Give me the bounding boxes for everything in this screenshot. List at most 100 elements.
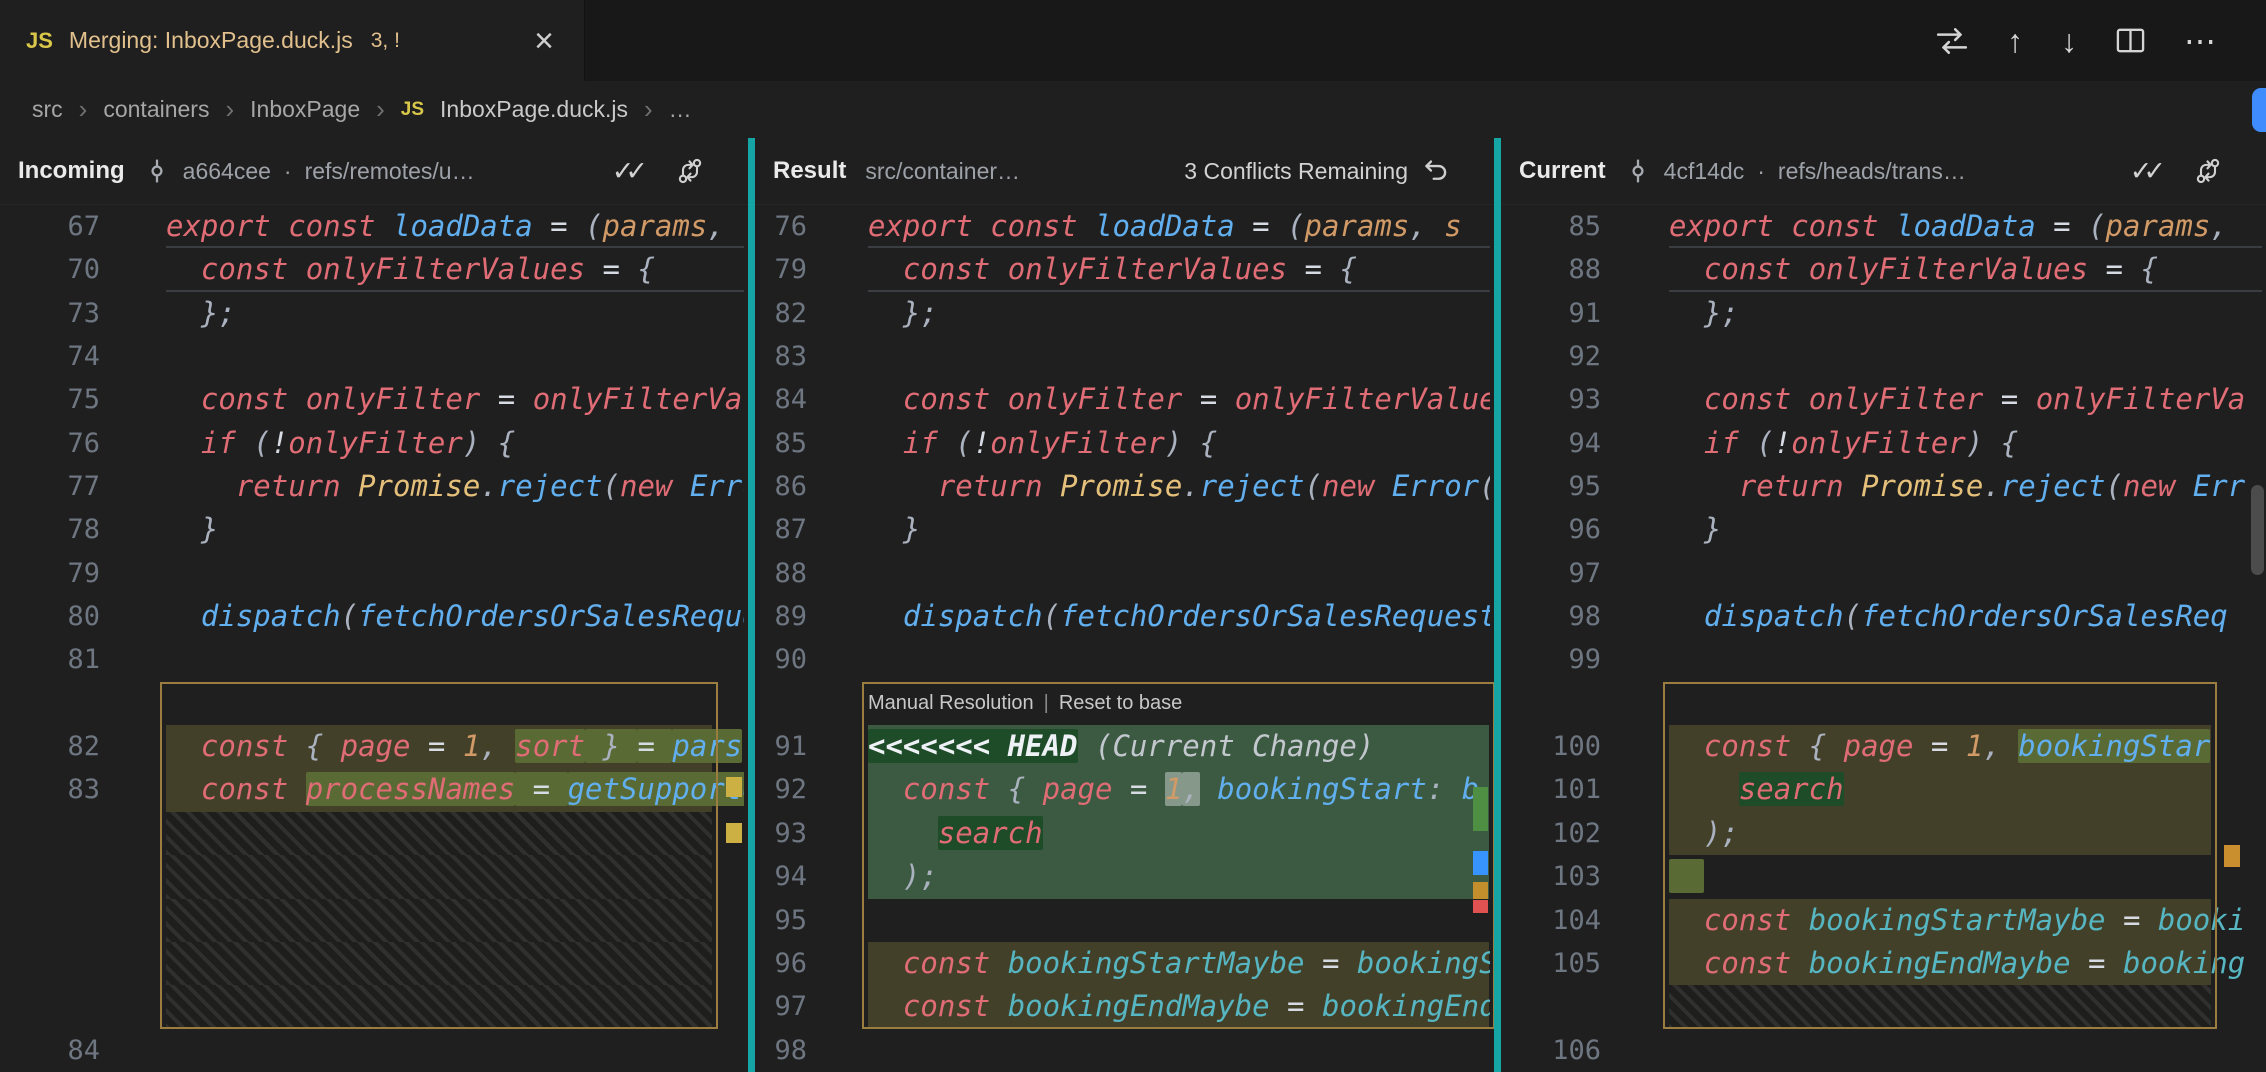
- code-token: =: [2106, 903, 2158, 937]
- code-line[interactable]: 93 search: [755, 812, 1494, 855]
- git-compare-icon[interactable]: [676, 157, 704, 185]
- previous-conflict-icon[interactable]: ↑: [2007, 25, 2023, 57]
- code-line[interactable]: 97: [1501, 552, 2266, 595]
- code-line[interactable]: 88 const onlyFilterValues = {: [1501, 248, 2266, 291]
- code-line[interactable]: 98: [755, 1029, 1494, 1072]
- scrollbar-thumb[interactable]: [2251, 485, 2264, 575]
- code-token: {: [1339, 252, 1356, 286]
- code-line[interactable]: 91<<<<<<< HEAD (Current Change): [755, 725, 1494, 768]
- code-line[interactable]: 102 );: [1501, 812, 2266, 855]
- code-line[interactable]: 100 const { page = 1, bookingStar: [1501, 725, 2266, 768]
- result-editor[interactable]: 76export const loadData = (params, s79 c…: [755, 205, 1494, 1072]
- current-editor[interactable]: 85export const loadData = (params,88 con…: [1501, 205, 2266, 1072]
- code-line[interactable]: 96 const bookingStartMaybe = bookingS: [755, 942, 1494, 985]
- code-line[interactable]: 87 }: [755, 508, 1494, 551]
- code-token: (: [2088, 209, 2105, 243]
- next-conflict-icon[interactable]: ↓: [2061, 25, 2077, 57]
- code-line[interactable]: 92: [1501, 335, 2266, 378]
- undo-icon[interactable]: [1421, 157, 1450, 186]
- code-line[interactable]: 105 const bookingEndMaybe = booking: [1501, 942, 2266, 985]
- code-line[interactable]: 74: [0, 335, 748, 378]
- code-token: );: [1704, 816, 1739, 850]
- code-token: .: [1983, 469, 2000, 503]
- code-token: =: [1270, 989, 1322, 1023]
- code-line[interactable]: 82 };: [755, 292, 1494, 335]
- code-line[interactable]: 92 const { page = 1, bookingStart: b: [755, 768, 1494, 811]
- code-line[interactable]: 83 const processNames = getSupporte: [0, 768, 748, 811]
- breadcrumb-file[interactable]: InboxPage.duck.js: [440, 96, 628, 123]
- code-line[interactable]: 79 const onlyFilterValues = {: [755, 248, 1494, 291]
- code-line[interactable]: 85export const loadData = (params,: [1501, 205, 2266, 248]
- code-line[interactable]: 78 }: [0, 508, 748, 551]
- hatched-filler-line: [0, 812, 748, 855]
- line-number: 86: [755, 465, 807, 508]
- code-line[interactable]: 83: [755, 335, 1494, 378]
- line-number: 95: [1501, 465, 1601, 508]
- code-line[interactable]: 79: [0, 552, 748, 595]
- code-token: [868, 772, 903, 806]
- code-line[interactable]: 104 const bookingStartMaybe = booki: [1501, 899, 2266, 942]
- incoming-editor[interactable]: 67export const loadData = (params,70 con…: [0, 205, 748, 1072]
- code-token: (: [1043, 599, 1060, 633]
- code-token: [868, 469, 938, 503]
- line-number: 97: [1501, 552, 1601, 595]
- split-editor-icon[interactable]: [2115, 25, 2146, 56]
- breadcrumb-symbol-ellipsis[interactable]: …: [669, 96, 692, 123]
- code-line[interactable]: 84 const onlyFilter = onlyFilterValue: [755, 378, 1494, 421]
- git-compare-icon[interactable]: [2194, 157, 2222, 185]
- close-tab-icon[interactable]: ×: [530, 24, 558, 58]
- code-line[interactable]: 86 return Promise.reject(new Error(: [755, 465, 1494, 508]
- code-line[interactable]: 82 const { page = 1, sort } = pars: [0, 725, 748, 768]
- code-line[interactable]: 67export const loadData = (params,: [0, 205, 748, 248]
- code-line[interactable]: 77 return Promise.reject(new Erro: [0, 465, 748, 508]
- pane-sash[interactable]: [748, 138, 755, 1072]
- code-line[interactable]: 84: [0, 1029, 748, 1072]
- accept-all-current-icon[interactable]: ✓✓: [2130, 156, 2166, 187]
- line-number: 96: [755, 942, 807, 985]
- code-line[interactable]: 75 const onlyFilter = onlyFilterVal: [0, 378, 748, 421]
- code-line[interactable]: 98 dispatch(fetchOrdersOrSalesReq: [1501, 595, 2266, 638]
- result-pane: Result src/container… 3 Conflicts Remain…: [755, 138, 1494, 1072]
- tab-merging-inboxpage[interactable]: JS Merging: InboxPage.duck.js 3, ! ×: [0, 0, 585, 81]
- manual-resolution-link[interactable]: Manual Resolution: [868, 682, 1034, 725]
- code-line[interactable]: 94 if (!onlyFilter) {: [1501, 422, 2266, 465]
- open-changes-icon[interactable]: [1935, 24, 1969, 58]
- code-line[interactable]: 73 };: [0, 292, 748, 335]
- code-line[interactable]: 95: [755, 899, 1494, 942]
- reset-to-base-link[interactable]: Reset to base: [1059, 682, 1182, 725]
- code-line[interactable]: 85 if (!onlyFilter) {: [755, 422, 1494, 465]
- code-line[interactable]: 80 dispatch(fetchOrdersOrSalesReque: [0, 595, 748, 638]
- breadcrumb-containers[interactable]: containers: [103, 96, 209, 123]
- code-line[interactable]: 88: [755, 552, 1494, 595]
- line-number: 102: [1501, 812, 1601, 855]
- code-line[interactable]: 103: [1501, 855, 2266, 898]
- code-line[interactable]: 70 const onlyFilterValues = {: [0, 248, 748, 291]
- accept-all-incoming-icon[interactable]: ✓✓: [612, 156, 648, 187]
- pane-sash[interactable]: [1494, 138, 1501, 1072]
- current-title: Current: [1519, 157, 1606, 185]
- code-line[interactable]: 76export const loadData = (params, s: [755, 205, 1494, 248]
- code-line[interactable]: 81: [0, 638, 748, 681]
- more-actions-icon[interactable]: ⋯: [2184, 25, 2216, 57]
- code-line[interactable]: 93 const onlyFilter = onlyFilterVa: [1501, 378, 2266, 421]
- code-token: const: [903, 772, 1008, 806]
- code-line[interactable]: 94 );: [755, 855, 1494, 898]
- code-line[interactable]: 106: [1501, 1029, 2266, 1072]
- code-line[interactable]: 97 const bookingEndMaybe = bookingEnd: [755, 985, 1494, 1028]
- tab-title: Merging: InboxPage.duck.js: [69, 27, 353, 54]
- code-line[interactable]: 76 if (!onlyFilter) {: [0, 422, 748, 465]
- code-line[interactable]: 89 dispatch(fetchOrdersOrSalesRequest: [755, 595, 1494, 638]
- code-line[interactable]: 90: [755, 638, 1494, 681]
- code-token: (: [1844, 599, 1861, 633]
- js-file-icon: JS: [26, 28, 53, 54]
- breadcrumb-inboxpage[interactable]: InboxPage: [250, 96, 360, 123]
- code-token: onlyFilter: [1008, 382, 1183, 416]
- breadcrumb-src[interactable]: src: [32, 96, 63, 123]
- incoming-title: Incoming: [18, 157, 125, 185]
- code-line[interactable]: Manual Resolution|Reset to base: [755, 682, 1494, 725]
- code-line[interactable]: 99: [1501, 638, 2266, 681]
- code-line[interactable]: 91 };: [1501, 292, 2266, 335]
- code-line[interactable]: 95 return Promise.reject(new Err: [1501, 465, 2266, 508]
- code-line[interactable]: 96 }: [1501, 508, 2266, 551]
- code-line[interactable]: 101 search: [1501, 768, 2266, 811]
